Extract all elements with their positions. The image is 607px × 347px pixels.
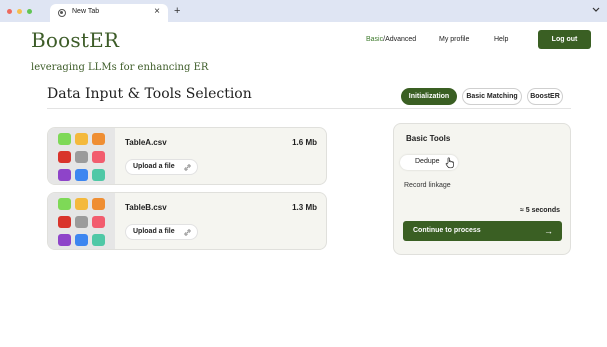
thumbnail-tile — [58, 151, 71, 163]
thumbnail-tile — [75, 234, 88, 246]
tab-title: New Tab — [72, 8, 100, 15]
tab-globe-icon — [58, 9, 66, 17]
thumbnail-tile — [58, 216, 71, 228]
continue-button[interactable]: Continue to process → — [403, 221, 562, 241]
thumbnail-tile — [75, 151, 88, 163]
thumbnail-tile — [58, 133, 71, 145]
thumbnail-tile — [58, 169, 71, 181]
tool-option-record-linkage[interactable]: Record linkage — [404, 182, 451, 189]
brand-logo[interactable]: BoostER — [31, 28, 119, 52]
file-thumbnail — [48, 193, 115, 249]
thumbnail-tile — [92, 234, 105, 246]
thumbnail-tile — [92, 216, 105, 228]
page-title: Data Input & Tools Selection — [47, 86, 252, 102]
new-tab-icon[interactable]: + — [174, 5, 180, 17]
nav-mode-toggle[interactable]: Basic/Advanced — [366, 36, 416, 43]
browser-tab[interactable]: New Tab × — [50, 4, 168, 22]
upload-file-button[interactable]: Upload a file — [125, 224, 198, 240]
thumbnail-tile — [75, 198, 88, 210]
tab-close-icon[interactable]: × — [154, 6, 160, 18]
nav-mode-basic[interactable]: Basic — [366, 36, 383, 43]
file-name: TableA.csv — [125, 138, 167, 147]
hand-cursor-icon — [445, 157, 454, 169]
file-name: TableB.csv — [125, 203, 167, 212]
section-divider — [47, 108, 571, 109]
logout-button[interactable]: Log out — [538, 30, 591, 49]
nav-my-profile[interactable]: My profile — [439, 36, 469, 43]
window-zoom-dot[interactable] — [27, 9, 32, 14]
chevron-down-icon[interactable] — [592, 7, 600, 13]
file-size: 1.6 Mb — [292, 138, 317, 147]
upload-file-label: Upload a file — [133, 163, 175, 170]
thumbnail-tile — [58, 198, 71, 210]
upload-file-label: Upload a file — [133, 228, 175, 235]
tools-title: Basic Tools — [406, 134, 451, 143]
thumbnail-tile — [92, 169, 105, 181]
tab-booster[interactable]: BoostER — [527, 88, 563, 105]
basic-tools-panel: Basic Tools Dedupe Record linkage ≈ 5 se… — [393, 123, 571, 255]
link-icon — [184, 164, 191, 171]
tool-option-label: Dedupe — [415, 158, 440, 165]
file-card-table-a: TableA.csv 1.6 Mb Upload a file — [47, 127, 327, 185]
upload-file-button[interactable]: Upload a file — [125, 159, 198, 175]
tab-initialization[interactable]: Initialization — [401, 88, 457, 105]
thumbnail-tile — [58, 234, 71, 246]
continue-label: Continue to process — [413, 227, 481, 234]
nav-mode-advanced[interactable]: /Advanced — [383, 36, 416, 43]
window-minimize-dot[interactable] — [17, 9, 22, 14]
nav-help[interactable]: Help — [494, 36, 508, 43]
file-card-table-b: TableB.csv 1.3 Mb Upload a file — [47, 192, 327, 250]
thumbnail-tile — [92, 198, 105, 210]
file-size: 1.3 Mb — [292, 203, 317, 212]
thumbnail-tile — [75, 133, 88, 145]
thumbnail-tile — [75, 216, 88, 228]
link-icon — [184, 229, 191, 236]
brand-tagline: leveraging LLMs for enhancing ER — [31, 62, 209, 73]
browser-tab-bar: New Tab × + — [0, 0, 607, 22]
thumbnail-tile — [75, 169, 88, 181]
thumbnail-tile — [92, 133, 105, 145]
window-close-dot[interactable] — [7, 9, 12, 14]
file-thumbnail — [48, 128, 115, 184]
estimated-time: ≈ 5 seconds — [519, 207, 560, 214]
arrow-right-icon: → — [544, 226, 553, 236]
thumbnail-tile — [92, 151, 105, 163]
tab-basic-matching[interactable]: Basic Matching — [462, 88, 522, 105]
